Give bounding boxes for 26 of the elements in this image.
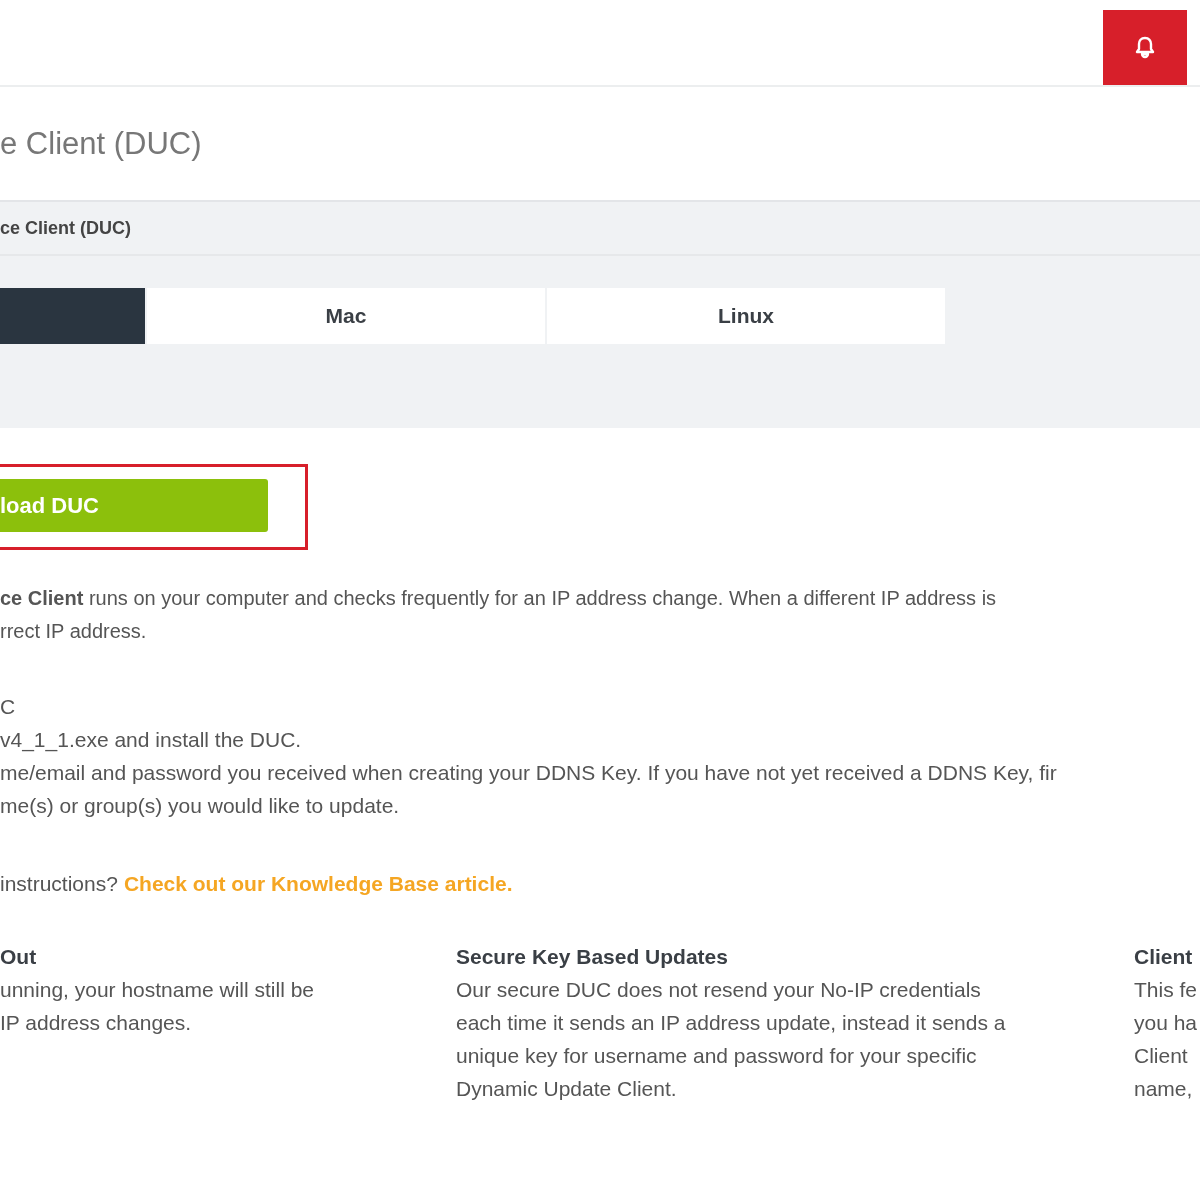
step-text: me/email and password you received when creating your DDNS Key. If you have not yet received a DDNS Key, fir: [0, 760, 1058, 786]
notification-button[interactable]: [1103, 10, 1187, 85]
feature-text: you ha: [1134, 1010, 1198, 1036]
os-tab[interactable]: Linux: [547, 288, 945, 344]
os-tab[interactable]: Mac: [147, 288, 545, 344]
step-text: C: [0, 694, 17, 720]
step-text: v4_1_1.exe and install the DUC.: [0, 727, 303, 754]
panel-title: ce Client (DUC): [0, 202, 1200, 256]
feature-title: Secure Key Based Updates: [456, 944, 729, 970]
feature-text: Dynamic Update Client.: [456, 1076, 678, 1102]
step-text: me(s) or group(s) you would like to update.: [0, 793, 401, 819]
feature-title: Out: [0, 944, 38, 970]
feature-text: IP address changes.: [0, 1010, 193, 1036]
feature-text: each time it sends an IP address update, instead it sends a: [456, 1010, 1006, 1036]
feature-text: unique key for username and password for your specific: [456, 1043, 978, 1069]
feature-text: This fe: [1134, 977, 1198, 1003]
description-text: ce Client runs on your computer and checks frequently for an IP address change. When a different IP address is: [0, 586, 998, 611]
feature-text: Our secure DUC does not resend your No-IP credentials: [456, 977, 982, 1003]
help-text: instructions?: [0, 872, 118, 895]
feature-text: name,: [1134, 1076, 1194, 1102]
feature-text: Client: [1134, 1043, 1189, 1069]
bell-icon: [1134, 35, 1156, 60]
description-text: rrect IP address.: [0, 619, 148, 644]
feature-text: unning, your hostname will still be: [0, 977, 314, 1003]
feature-title: Client: [1134, 944, 1194, 970]
page-title: e Client (DUC): [0, 124, 203, 163]
